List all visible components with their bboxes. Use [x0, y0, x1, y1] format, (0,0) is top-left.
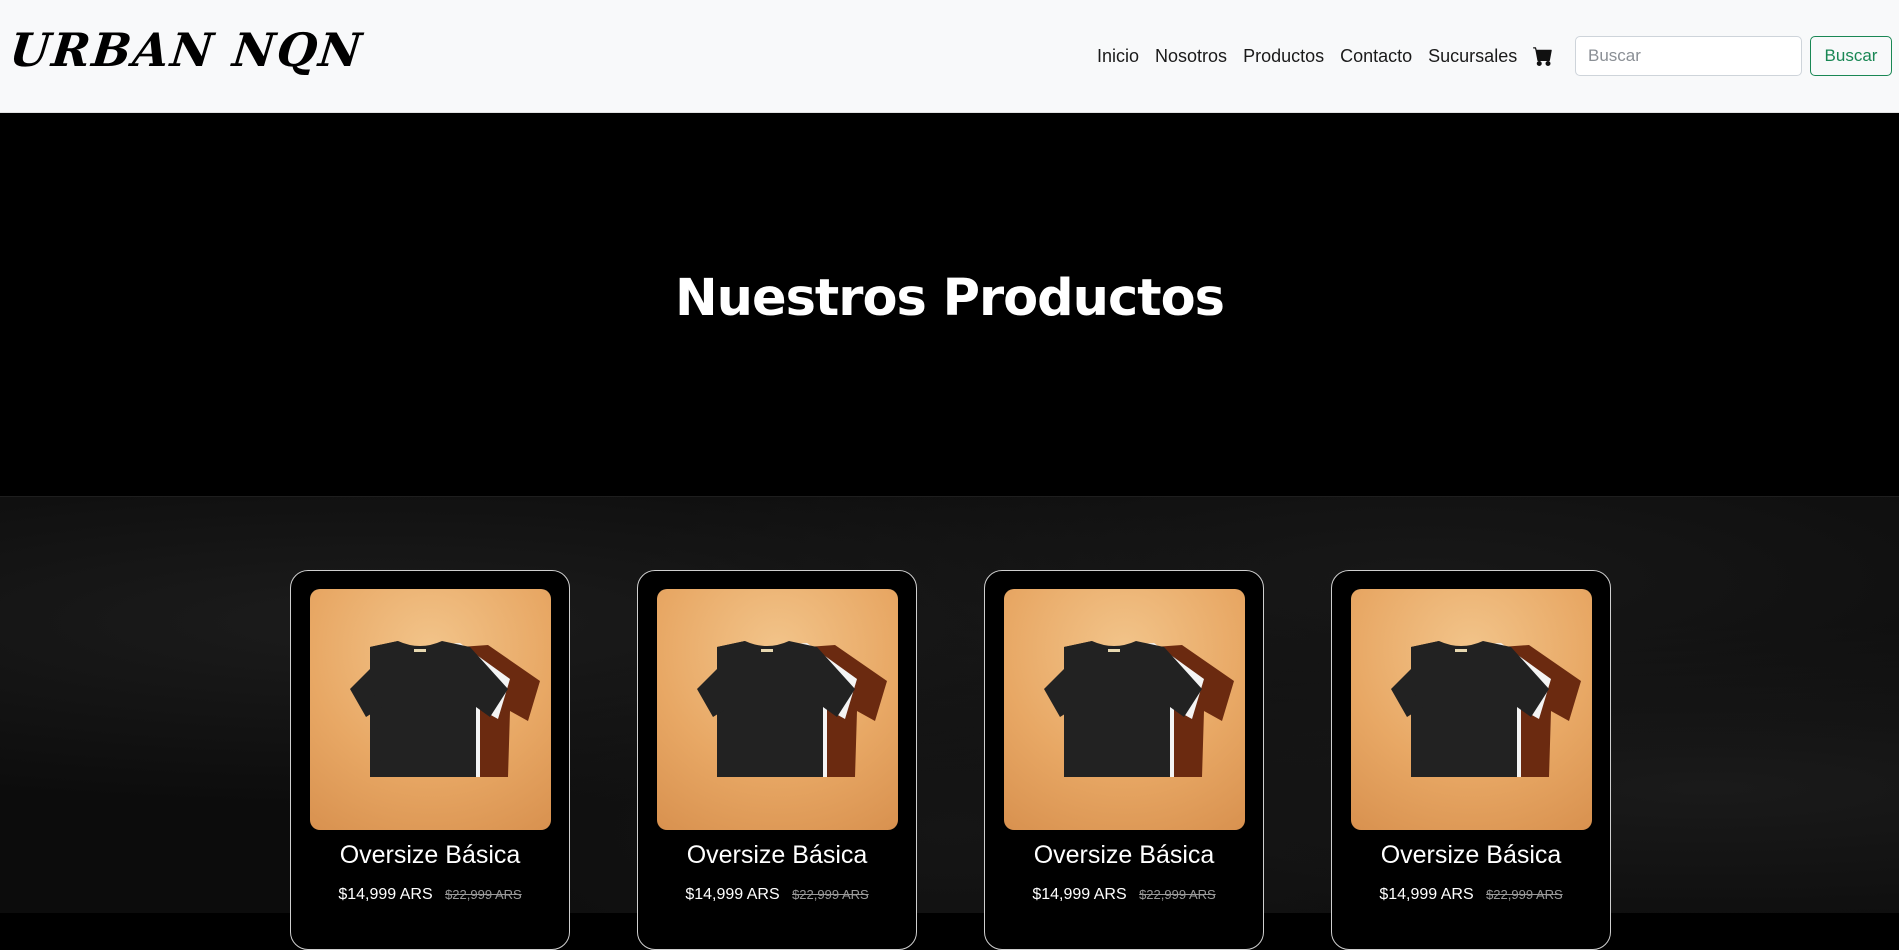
search-button[interactable]: Buscar	[1810, 36, 1892, 76]
product-image[interactable]	[1004, 589, 1245, 830]
nav-links: Inicio Nosotros Productos Contacto Sucur…	[1097, 44, 1553, 68]
products-section: Oversize Básica $14,999 ARS $22,999 ARS …	[0, 497, 1899, 950]
price-current: $14,999 ARS	[338, 886, 433, 903]
product-card[interactable]: Oversize Básica $14,999 ARS $22,999 ARS	[637, 570, 917, 950]
product-card[interactable]: Oversize Básica $14,999 ARS $22,999 ARS	[290, 570, 570, 950]
product-card[interactable]: Oversize Básica $14,999 ARS $22,999 ARS	[1331, 570, 1611, 950]
brand-logo[interactable]: URBAN NQN	[7, 20, 366, 80]
price-original: $22,999 ARS	[445, 887, 522, 902]
navbar: URBAN NQN Inicio Nosotros Productos Cont…	[0, 0, 1899, 113]
product-name: Oversize Básica	[686, 841, 868, 869]
product-price: $14,999 ARS $22,999 ARS	[638, 886, 916, 904]
product-name: Oversize Básica	[1033, 841, 1215, 869]
product-image[interactable]	[1351, 589, 1592, 830]
tshirts-image	[350, 641, 540, 777]
shopping-cart-icon[interactable]	[1533, 46, 1553, 66]
price-original: $22,999 ARS	[1139, 887, 1216, 902]
tshirts-image	[1044, 641, 1234, 777]
nav-link-productos[interactable]: Productos	[1243, 44, 1324, 68]
nav-link-inicio[interactable]: Inicio	[1097, 44, 1139, 68]
product-image[interactable]	[657, 589, 898, 830]
product-card[interactable]: Oversize Básica $14,999 ARS $22,999 ARS	[984, 570, 1264, 950]
product-price: $14,999 ARS $22,999 ARS	[1332, 886, 1610, 904]
hero-title: Nuestros Productos	[674, 269, 1225, 328]
tshirts-image	[1391, 641, 1581, 777]
tshirts-image	[697, 641, 887, 777]
price-current: $14,999 ARS	[1379, 886, 1474, 903]
price-current: $14,999 ARS	[685, 886, 780, 903]
nav-link-sucursales[interactable]: Sucursales	[1428, 44, 1517, 68]
price-current: $14,999 ARS	[1032, 886, 1127, 903]
search-input[interactable]	[1575, 36, 1802, 76]
product-image[interactable]	[310, 589, 551, 830]
price-original: $22,999 ARS	[1486, 887, 1563, 902]
product-name: Oversize Básica	[339, 841, 521, 869]
price-original: $22,999 ARS	[792, 887, 869, 902]
hero-section: Nuestros Productos	[0, 113, 1899, 497]
product-price: $14,999 ARS $22,999 ARS	[985, 886, 1263, 904]
product-price: $14,999 ARS $22,999 ARS	[291, 886, 569, 904]
nav-link-nosotros[interactable]: Nosotros	[1155, 44, 1227, 68]
product-name: Oversize Básica	[1380, 841, 1562, 869]
nav-link-contacto[interactable]: Contacto	[1340, 44, 1412, 68]
